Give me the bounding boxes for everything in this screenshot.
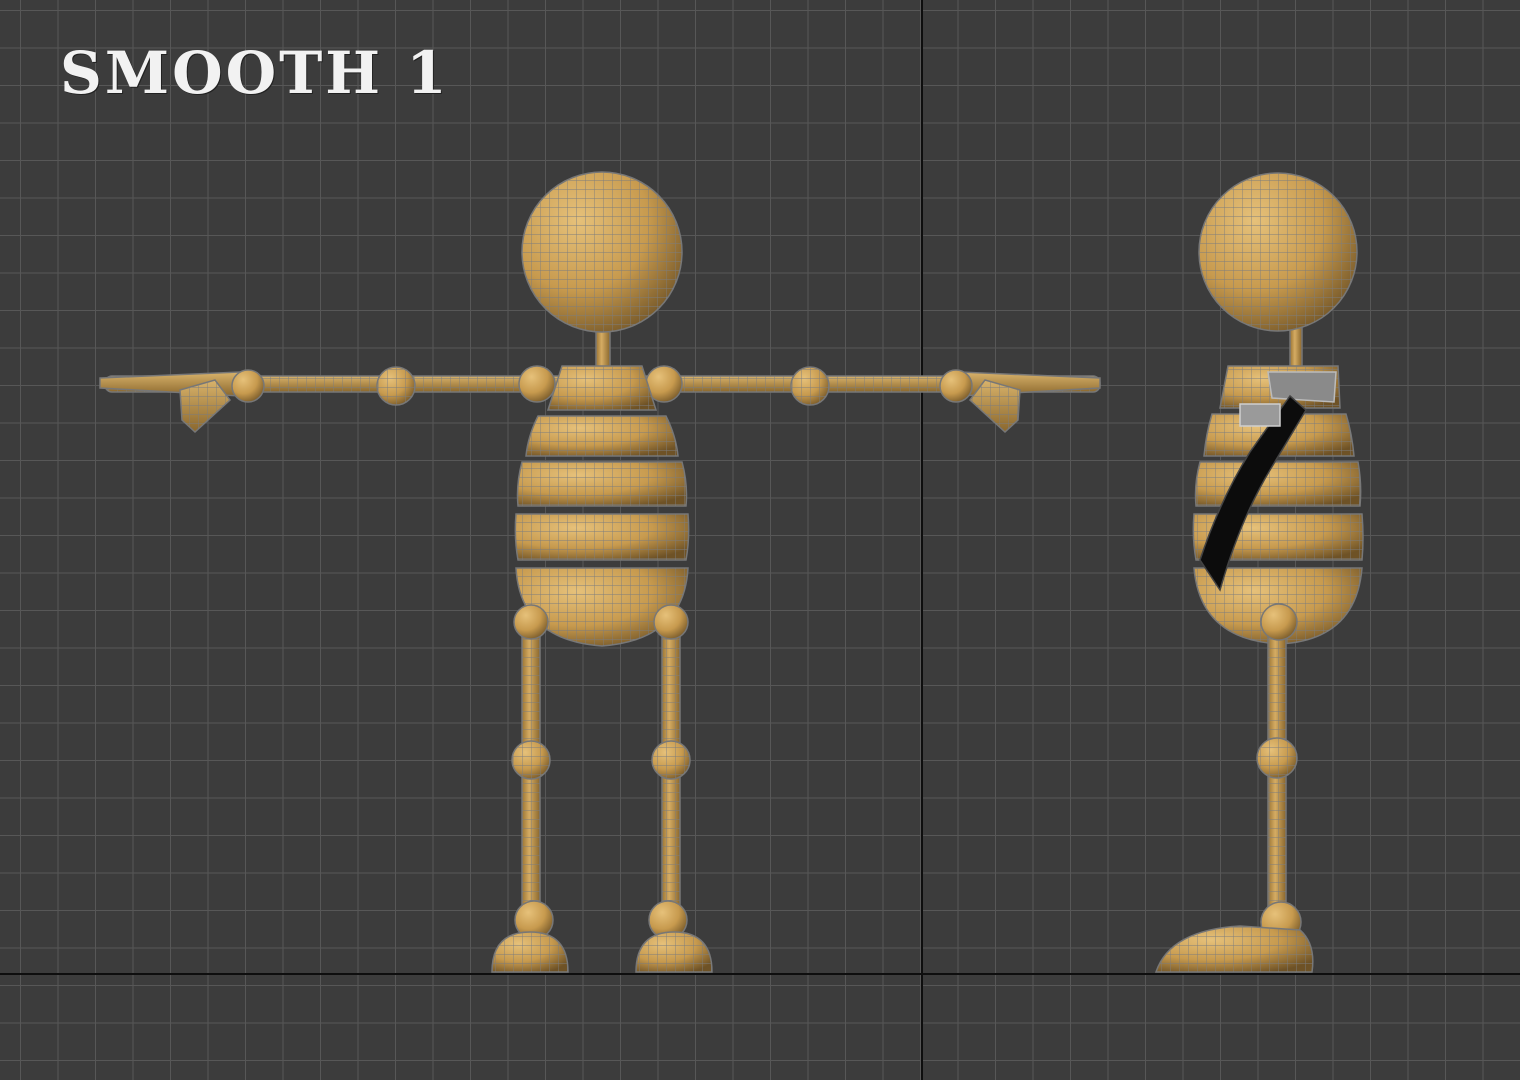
front-head bbox=[521, 171, 683, 369]
side-view bbox=[1154, 172, 1364, 973]
side-head bbox=[1198, 172, 1358, 371]
side-torso bbox=[1192, 365, 1364, 645]
3d-viewport[interactable]: SMOOTH 1 bbox=[0, 0, 1520, 1080]
front-torso bbox=[514, 365, 690, 647]
side-leg bbox=[1154, 603, 1314, 973]
front-view bbox=[99, 171, 1101, 973]
front-legs bbox=[491, 604, 713, 973]
character-model[interactable] bbox=[0, 0, 1520, 1080]
